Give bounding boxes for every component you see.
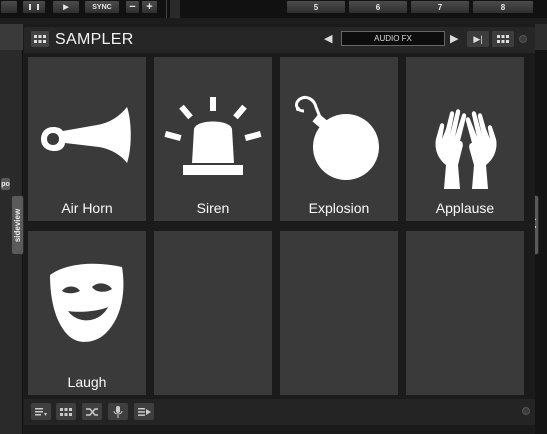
pause-button[interactable] <box>22 0 46 14</box>
left-strip-header <box>0 24 23 50</box>
sampler-pad-2[interactable]: Siren <box>154 57 272 221</box>
deck-button-8[interactable]: 8 <box>472 0 534 14</box>
sampler-pad-4[interactable]: Applause <box>406 57 524 221</box>
skip-end-icon: ▶| <box>473 33 483 44</box>
deck-button-7[interactable]: 7 <box>410 0 470 14</box>
bomb-icon <box>295 95 379 180</box>
transport-bar: ▶ SYNC − + 5 6 7 8 <box>0 0 547 18</box>
divider <box>166 0 167 18</box>
sampler-options-button[interactable] <box>31 403 51 420</box>
pad-label: Laugh <box>67 374 107 390</box>
sampler-pad-7[interactable] <box>280 231 398 395</box>
grid-icon <box>497 35 509 43</box>
pad-label: Air Horn <box>61 200 113 216</box>
plus-button[interactable]: + <box>141 0 158 14</box>
sampler-pad-6[interactable] <box>154 231 272 395</box>
right-strip-header <box>535 24 547 50</box>
sampler-pad-8[interactable] <box>406 231 524 395</box>
footer-options-dot[interactable] <box>522 407 530 415</box>
sampler-pad-3[interactable]: Explosion <box>280 57 398 221</box>
grip <box>170 0 180 18</box>
tab-po-cut[interactable]: po <box>0 177 11 191</box>
siren-icon <box>164 97 262 175</box>
sampler-pad-1[interactable]: Air Horn <box>28 57 146 221</box>
record-mic-button[interactable] <box>108 403 128 420</box>
grid-icon <box>34 35 46 43</box>
deck-button-6[interactable]: 6 <box>348 0 408 14</box>
list-arrow-icon <box>137 407 151 416</box>
sideview-tab[interactable]: sideview <box>11 195 24 255</box>
play-button[interactable]: ▶ <box>52 0 80 14</box>
prev-bank-button[interactable]: ◀ <box>324 32 332 45</box>
air-horn-icon <box>41 107 131 163</box>
last-bank-button[interactable]: ▶| <box>467 31 489 47</box>
sampler-menu-button[interactable] <box>31 31 49 47</box>
next-bank-button[interactable]: ▶ <box>450 32 458 45</box>
options-dot[interactable] <box>519 35 527 43</box>
tab-po-cut-label: po <box>1 180 10 188</box>
sideview-tab-label: sideview <box>13 208 23 242</box>
shuffle-button[interactable] <box>82 403 102 420</box>
comedy-mask-icon <box>50 263 124 342</box>
play-icon: ▶ <box>63 4 69 11</box>
sampler-output-button[interactable] <box>134 403 154 420</box>
deck-button-5[interactable]: 5 <box>286 0 346 14</box>
bank-select[interactable]: AUDIO FX <box>341 31 445 46</box>
layout-button[interactable] <box>492 31 514 47</box>
pads-view-button[interactable] <box>56 403 76 420</box>
microphone-icon <box>113 405 123 418</box>
triangle-left-icon: ◀ <box>324 33 333 45</box>
pause-icon <box>29 4 39 10</box>
triangle-right-icon: ▶ <box>450 33 459 45</box>
pad-label: Siren <box>196 200 230 216</box>
sampler-title: SAMPLER <box>55 31 134 48</box>
clapping-hands-icon <box>435 109 497 189</box>
pad-label: Applause <box>435 200 495 216</box>
transport-button-edge[interactable] <box>0 0 18 14</box>
shuffle-icon <box>85 407 98 416</box>
sampler-pad-5[interactable]: Laugh <box>28 231 146 395</box>
grid-icon <box>60 407 72 416</box>
pad-label: Explosion <box>308 200 370 216</box>
sync-button[interactable]: SYNC <box>84 0 120 14</box>
list-options-icon <box>35 407 47 416</box>
minus-button[interactable]: − <box>125 0 140 14</box>
